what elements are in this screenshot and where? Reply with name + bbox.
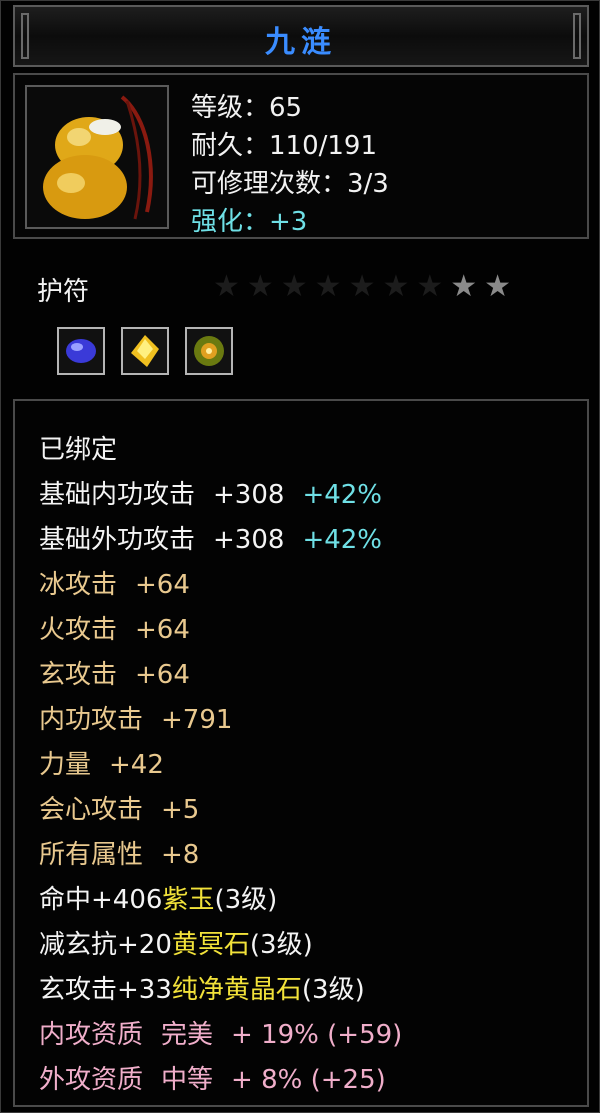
star-rating: ★★★★★★★★★ [213,269,518,304]
gem-attr-3: 玄攻击+33纯净黄晶石(3级) [39,975,365,1005]
bound-status: 已绑定 [39,435,118,465]
attr-inner: 内功攻击 +791 [39,705,233,735]
item-tooltip: 九涟 等级：65 耐久：110/191 可修理次数：3/3 强化：+3 护符 ★… [0,0,600,1113]
green-gold-gem-icon[interactable] [185,327,233,375]
star-icon: ★★★★★★★ [213,269,451,304]
item-type: 护符 [37,277,90,307]
quality-outer: 外攻资质 中等 + 8% (+25) [39,1065,386,1095]
title-bar: 九涟 [13,5,589,67]
attr-ice: 冰攻击 +64 [39,570,190,600]
attr-xuan: 玄攻击 +64 [39,660,190,690]
enhance-text: 强化：+3 [191,207,308,237]
star-icon: ★★ [450,269,519,304]
attr-crit: 会心攻击 +5 [39,795,200,825]
attributes-panel: 已绑定 基础内功攻击 +308 +42% 基础外功攻击 +308 +42% 冰攻击 +64… [13,399,589,1107]
yellow-gem-icon[interactable] [121,327,169,375]
level-text: 等级：65 [191,93,303,123]
attr-strength: 力量 +42 [39,750,164,780]
quality-inner: 内攻资质 完美 + 19% (+59) [39,1020,403,1050]
repair-count-text: 可修理次数：3/3 [191,169,389,199]
amber-pendant-icon[interactable] [25,85,169,229]
gem-attr-2: 减玄抗+20黄冥石(3级) [39,930,313,960]
item-header: 等级：65 耐久：110/191 可修理次数：3/3 强化：+3 [13,73,589,239]
gem-attr-1: 命中+406紫玉(3级) [39,885,278,915]
purple-gem-icon[interactable] [57,327,105,375]
item-name: 九涟 [265,25,337,60]
attr-base-outer: 基础外功攻击 +308 +42% [39,525,383,555]
attr-all: 所有属性 +8 [39,840,200,870]
attr-base-inner: 基础内功攻击 +308 +42% [39,480,383,510]
attr-fire: 火攻击 +64 [39,615,190,645]
durability-text: 耐久：110/191 [191,131,378,161]
